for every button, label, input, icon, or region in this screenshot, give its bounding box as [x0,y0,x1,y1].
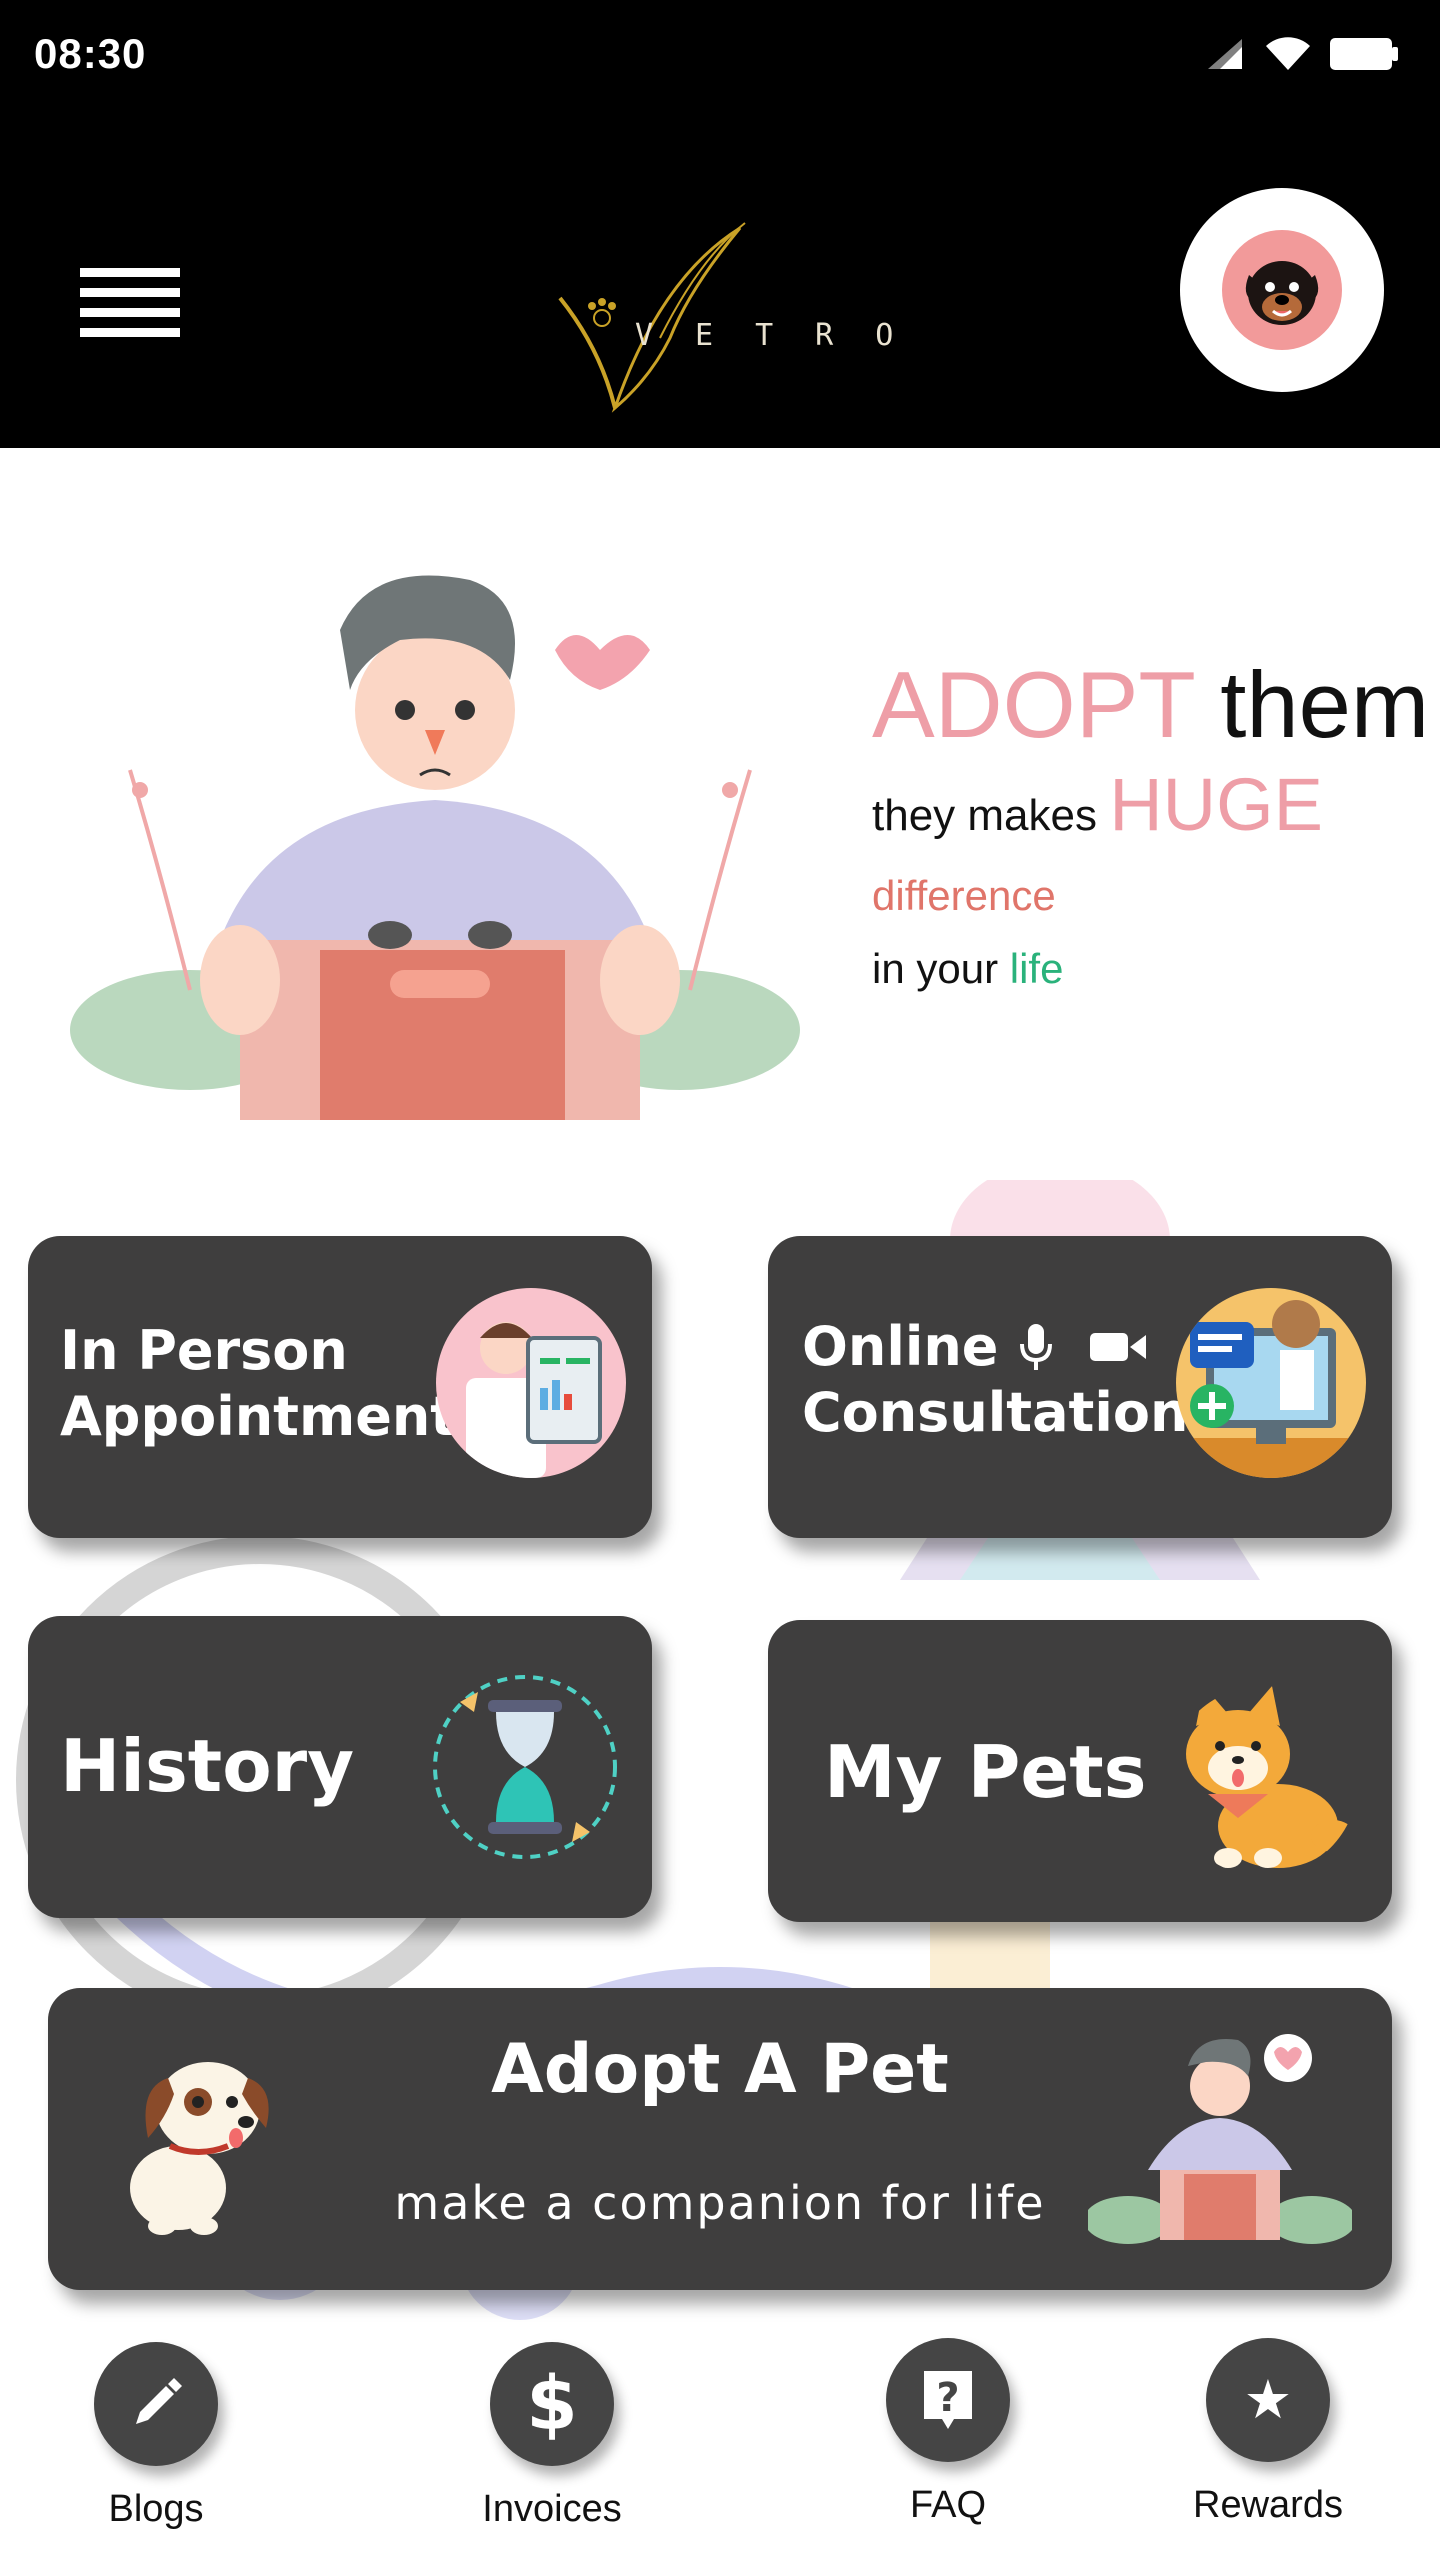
hamburger-menu-button[interactable] [80,268,180,348]
adopt-person-box-icon [1088,2030,1352,2250]
status-time: 08:30 [34,30,147,77]
history-title: History [60,1724,355,1808]
in-person-appointment-card[interactable]: In Person Appointment [28,1236,652,1538]
online-line1: Online [802,1315,999,1378]
adopt-word: ADOPT [872,652,1195,757]
logo-text: VETRO [635,318,936,353]
nav-rewards-label: Rewards [1193,2484,1343,2526]
my-pets-title: My Pets [824,1730,1147,1814]
person-holding-box-illustration [70,575,800,1120]
nav-rewards[interactable]: ★ Rewards [1148,2316,1388,2536]
nav-faq[interactable]: ? FAQ [828,2316,1068,2536]
nav-invoices-label: Invoices [482,2488,622,2530]
history-card[interactable]: History [28,1616,652,1918]
them-word: them [1220,652,1430,757]
microphone-icon [1020,1324,1053,1370]
in-person-line1: In Person [60,1319,348,1382]
battery-icon [1330,38,1398,70]
online-title: Online Consultation [802,1314,1188,1446]
status-bar: 08:30 [0,0,1440,118]
app-header: VETRO [0,118,1440,448]
hero-tagline: ADOPT them they makes HUGE difference in… [872,650,1432,1007]
in-person-line2: Appointment [60,1385,457,1448]
status-icons [1206,36,1400,72]
doctor-clipboard-icon [436,1288,626,1478]
vetro-logo: VETRO [540,198,920,428]
menu-line-icon [80,308,180,317]
nav-invoices[interactable]: $ Invoices [432,2320,672,2540]
in-person-title: In Person Appointment [60,1318,456,1450]
difference-text: difference [872,872,1056,919]
shiba-dog-icon [1168,1686,1358,1876]
signal-icon [1208,39,1242,69]
life-word: life [1009,945,1064,992]
pencil-icon [94,2342,218,2466]
menu-line-icon [80,288,180,297]
huge-word: HUGE [1109,763,1324,846]
nav-blogs[interactable]: Blogs [36,2320,276,2540]
wifi-icon [1266,37,1310,70]
hero-illustration [70,570,800,1130]
star-icon: ★ [1206,2338,1330,2462]
question-icon: ? [886,2338,1010,2462]
wing-logo-icon [558,222,746,413]
dollar-icon: $ [490,2342,614,2466]
nav-blogs-label: Blogs [108,2488,204,2530]
avatar [1222,230,1342,350]
my-pets-card[interactable]: My Pets [768,1620,1392,1922]
hero-headline: ADOPT them [872,650,1432,760]
menu-line-icon [80,268,180,277]
svg-text:?: ? [936,2375,959,2421]
hourglass-icon [430,1672,620,1862]
hero-line-life: in your life [872,931,1432,1007]
menu-line-icon [80,328,180,337]
they-makes-text: they makes [872,791,1097,840]
online-line1-row: Online [802,1314,1188,1380]
online-consultation-card[interactable]: Online Consultation [768,1236,1392,1538]
profile-avatar-button[interactable] [1180,188,1384,392]
online-line2: Consultation [802,1381,1189,1444]
doctor-monitor-icon [1176,1288,1366,1478]
in-your-text: in your [872,945,999,992]
adopt-a-pet-card[interactable]: Adopt A Pet make a companion for life [48,1988,1392,2290]
video-camera-icon [1090,1333,1147,1361]
nav-faq-label: FAQ [909,2484,987,2526]
dog-face-icon [1245,261,1319,325]
bottom-navigation: Blogs $ Invoices ? FAQ ★ Rewards [0,2320,1440,2560]
hero-line-makes: they makes HUGE [872,760,1432,861]
